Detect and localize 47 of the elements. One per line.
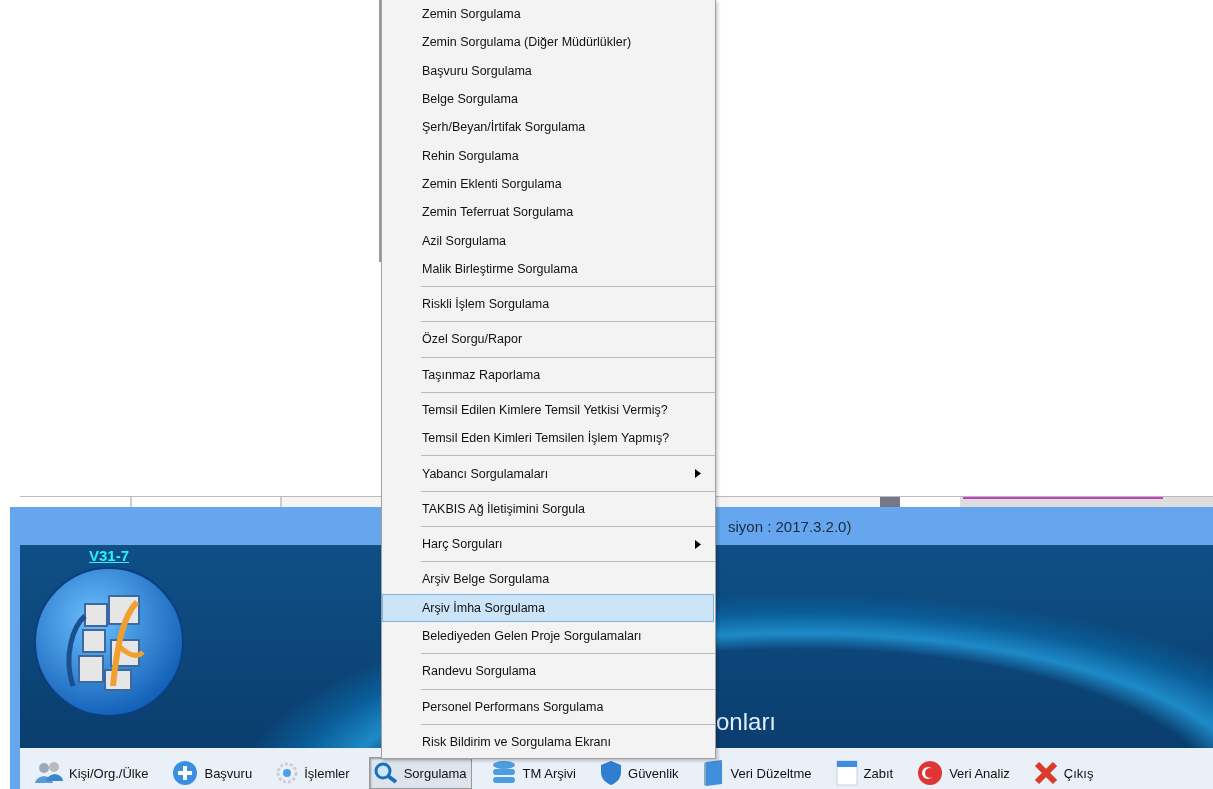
toolbar-button[interactable]: Güvenlik xyxy=(595,757,684,789)
menu-item[interactable]: Şerh/Beyan/İrtifak Sorgulama xyxy=(382,113,714,142)
toolbar-button[interactable]: Çıkış xyxy=(1028,757,1099,789)
plus-icon xyxy=(172,760,199,786)
menu-item[interactable]: Harç Sorguları xyxy=(382,530,714,559)
window-title: siyon : 2017.3.2.0) xyxy=(728,517,852,535)
toolbar-button[interactable]: İşlemler xyxy=(271,757,355,789)
toolbar-button[interactable]: Sorgulama xyxy=(368,757,472,789)
menu-item[interactable]: Randevu Sorgulama xyxy=(382,657,714,686)
toolbar-button[interactable]: Başvuru xyxy=(167,757,258,789)
menu-item[interactable]: TAKBIS Ağ İletişimini Sorgula xyxy=(382,494,714,524)
toolbar-button[interactable]: Veri Düzeltme xyxy=(697,757,817,789)
menu-item[interactable]: Yabancı Sorgulamaları xyxy=(382,459,714,488)
menu-item[interactable]: Belediyeden Gelen Proje Sorgulamaları xyxy=(382,621,714,651)
menu-item[interactable]: Özel Sorgu/Rapor xyxy=(382,325,714,354)
menu-item[interactable]: Belge Sorgulama xyxy=(382,84,714,114)
menu-item[interactable]: Zemin Eklenti Sorgulama xyxy=(382,169,714,199)
menu-item[interactable]: Temsil Eden Kimleri Temsilen İşlem Yapmış? xyxy=(382,424,714,453)
menu-item[interactable]: Arşiv İmha Sorgulama xyxy=(382,593,714,622)
toolbar-button[interactable]: Kişi/Org./Ülke xyxy=(30,757,154,789)
menu-item[interactable]: Rehin Sorgulama xyxy=(382,141,714,170)
menu-item[interactable]: Zemin Sorgulama xyxy=(382,0,714,29)
people-icon xyxy=(35,761,63,785)
search-icon xyxy=(373,762,398,784)
menu-item[interactable]: Personel Performans Sorgulama xyxy=(382,692,714,721)
toolbar-button[interactable]: TM Arşivi xyxy=(485,757,581,789)
gear-icon xyxy=(276,762,299,784)
close-icon xyxy=(1033,761,1058,785)
database-icon xyxy=(490,760,517,786)
menu-item[interactable]: Başvuru Sorgulama xyxy=(382,56,714,85)
menu-item[interactable]: Temsil Edilen Kimlere Temsil Yetkisi Vermiş? xyxy=(382,395,714,425)
version-link[interactable]: V31-7 xyxy=(89,547,129,564)
page-icon xyxy=(835,760,858,786)
menu-item[interactable]: Zemin Teferruat Sorgulama xyxy=(382,198,714,227)
shield-icon xyxy=(600,760,622,786)
menu-item[interactable]: Arşiv Belge Sorgulama xyxy=(382,565,714,594)
crescent-ball-icon xyxy=(917,760,944,786)
menu-item[interactable]: Malik Birleştirme Sorgulama xyxy=(382,254,714,283)
menu-item[interactable]: Risk Bildirim ve Sorgulama Ekranı xyxy=(382,727,714,757)
menu-item[interactable]: Azil Sorgulama xyxy=(382,226,714,255)
menu-item[interactable]: Taşınmaz Raporlama xyxy=(382,360,714,389)
menu-item[interactable]: Zemin Sorgulama (Diğer Müdürlükler) xyxy=(382,28,714,57)
toolbar-button[interactable]: Zabıt xyxy=(830,757,899,789)
banner-title: onları xyxy=(716,708,777,736)
menu-item[interactable]: Riskli İşlem Sorgulama xyxy=(382,289,714,319)
toolbar-button[interactable]: Veri Analiz xyxy=(912,757,1015,789)
book-icon xyxy=(702,759,725,787)
